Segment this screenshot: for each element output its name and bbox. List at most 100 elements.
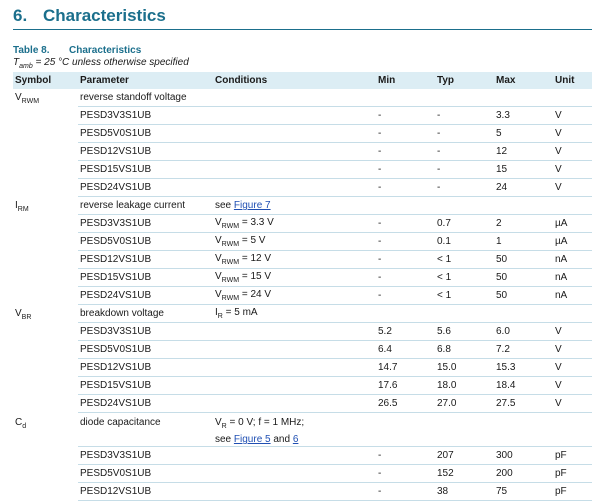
conditions-cell (213, 89, 376, 107)
unit-cell: V (553, 376, 592, 395)
min-cell: 26.5 (376, 394, 435, 413)
parameter-cell: diode capacitance (78, 412, 213, 447)
max-cell: 3.3 (494, 106, 553, 125)
figure-6-link[interactable]: 6 (293, 434, 299, 445)
typ-cell: 207 (435, 446, 494, 465)
table-row: PESD3V3S1UB VRWM = 3.3 V - 0.7 2 µA (13, 214, 592, 233)
table-row: PESD15VS1UB VRWM = 15 V - < 1 50 nA (13, 268, 592, 287)
conditions-cell: VRWM = 15 V (213, 268, 376, 287)
section-title: Characteristics (43, 6, 166, 25)
min-cell: - (376, 124, 435, 143)
typ-cell: 18.0 (435, 376, 494, 395)
unit-cell: pF (553, 446, 592, 465)
col-header-parameter: Parameter (78, 72, 213, 89)
min-cell: 5.2 (376, 322, 435, 341)
min-cell: - (376, 106, 435, 125)
typ-cell: 6.8 (435, 340, 494, 359)
col-header-max: Max (494, 72, 553, 89)
conditions-cell: VRWM = 24 V (213, 286, 376, 305)
unit-cell: V (553, 178, 592, 197)
typ-cell: - (435, 178, 494, 197)
min-cell: - (376, 482, 435, 501)
part-cell: PESD5V0S1UB (78, 340, 213, 359)
max-cell: 27.5 (494, 394, 553, 413)
table-row: PESD3V3S1UB - - 3.3 V (13, 106, 592, 125)
unit-cell: V (553, 358, 592, 377)
table-row: PESD15VS1UB - - 15 V (13, 160, 592, 179)
max-cell: 24 (494, 178, 553, 197)
table-row: VRWM reverse standoff voltage (13, 89, 592, 107)
max-cell: 2 (494, 214, 553, 233)
table-row: VBR breakdown voltage IR = 5 mA (13, 304, 592, 323)
unit-cell: V (553, 142, 592, 161)
part-cell: PESD5V0S1UB (78, 232, 213, 251)
table-row: IRM reverse leakage current see Figure 7 (13, 196, 592, 215)
table-number: Table 8. (13, 45, 50, 56)
part-cell: PESD15VS1UB (78, 268, 213, 287)
parameter-cell: reverse leakage current (78, 196, 213, 215)
min-cell: - (376, 142, 435, 161)
part-cell: PESD12VS1UB (78, 250, 213, 269)
max-cell: 200 (494, 464, 553, 483)
max-cell: 12 (494, 142, 553, 161)
conditions-cell: VR = 0 V; f = 1 MHz; see Figure 5 and 6 (213, 412, 376, 447)
part-cell: PESD3V3S1UB (78, 106, 213, 125)
conditions-cell (213, 160, 376, 179)
typ-cell: 152 (435, 464, 494, 483)
part-cell: PESD5V0S1UB (78, 464, 213, 483)
table-row: PESD5V0S1UB 6.4 6.8 7.2 V (13, 340, 592, 359)
min-cell: - (376, 268, 435, 287)
part-cell: PESD3V3S1UB (78, 446, 213, 465)
table-row: PESD3V3S1UB - 207 300 pF (13, 446, 592, 465)
figure-5-link[interactable]: Figure 5 (234, 434, 271, 445)
max-cell: 300 (494, 446, 553, 465)
conditions-cell (213, 376, 376, 395)
conditions-cell (213, 142, 376, 161)
table-row: PESD12VS1UB - 38 75 pF (13, 482, 592, 501)
typ-cell: - (435, 160, 494, 179)
min-cell: - (376, 214, 435, 233)
conditions-cell (213, 394, 376, 413)
unit-cell: V (553, 340, 592, 359)
unit-cell: pF (553, 464, 592, 483)
min-cell: - (376, 446, 435, 465)
min-cell: - (376, 232, 435, 251)
part-cell: PESD24VS1UB (78, 286, 213, 305)
unit-cell: µA (553, 232, 592, 251)
unit-cell: V (553, 394, 592, 413)
min-cell: - (376, 286, 435, 305)
min-cell: 6.4 (376, 340, 435, 359)
parameter-cell: breakdown voltage (78, 304, 213, 323)
typ-cell: < 1 (435, 250, 494, 269)
unit-cell: nA (553, 268, 592, 287)
part-cell: PESD3V3S1UB (78, 214, 213, 233)
max-cell: 15.3 (494, 358, 553, 377)
characteristics-table: Symbol Parameter Conditions Min Typ Max … (13, 72, 592, 501)
figure-7-link[interactable]: Figure 7 (234, 200, 271, 211)
table-row: PESD5V0S1UB - 152 200 pF (13, 464, 592, 483)
table-row: PESD15VS1UB 17.6 18.0 18.4 V (13, 376, 592, 395)
max-cell: 7.2 (494, 340, 553, 359)
max-cell: 5 (494, 124, 553, 143)
table-row: PESD12VS1UB - - 12 V (13, 142, 592, 161)
table-row: PESD5V0S1UB VRWM = 5 V - 0.1 1 µA (13, 232, 592, 251)
table-header-row: Symbol Parameter Conditions Min Typ Max … (13, 72, 592, 89)
table-condition: Tamb = 25 °C unless otherwise specified (13, 57, 189, 70)
unit-cell: V (553, 322, 592, 341)
typ-cell: - (435, 106, 494, 125)
conditions-cell (213, 124, 376, 143)
heading-divider (13, 29, 592, 30)
part-cell: PESD15VS1UB (78, 376, 213, 395)
symbol-cell: Cd (15, 416, 27, 430)
col-header-symbol: Symbol (13, 72, 78, 89)
symbol-cell: IRM (15, 199, 29, 213)
unit-cell: nA (553, 286, 592, 305)
col-header-unit: Unit (553, 72, 592, 89)
max-cell: 50 (494, 268, 553, 287)
symbol-cell: VBR (15, 307, 32, 321)
part-cell: PESD5V0S1UB (78, 124, 213, 143)
table-row: PESD24VS1UB 26.5 27.0 27.5 V (13, 394, 592, 413)
typ-cell: 15.0 (435, 358, 494, 377)
conditions-cell (213, 340, 376, 359)
table-row: PESD24VS1UB VRWM = 24 V - < 1 50 nA (13, 286, 592, 305)
